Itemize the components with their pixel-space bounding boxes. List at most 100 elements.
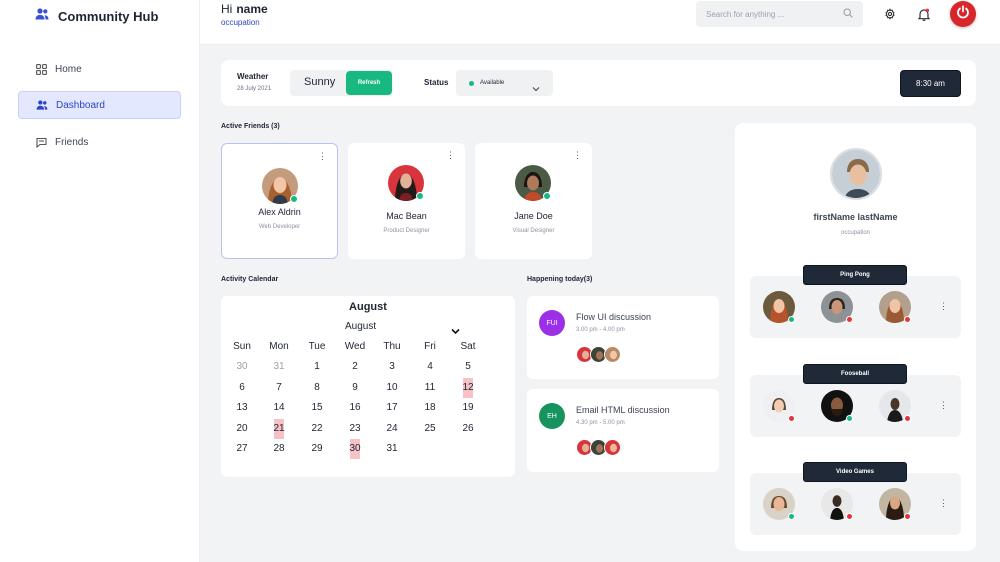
calendar-day[interactable]: 18 (418, 402, 442, 413)
user-occupation[interactable]: occupation (221, 18, 260, 27)
chevron-down-icon[interactable] (451, 322, 460, 340)
user-name: name (236, 2, 268, 16)
sidebar: Community Hub Home Dashboard Friends (0, 0, 200, 562)
calendar-day[interactable]: 1 (305, 361, 329, 372)
more-icon[interactable]: ⋮ (573, 151, 582, 160)
calendar-day[interactable]: 7 (267, 382, 291, 393)
calendar-day[interactable]: 8 (305, 382, 329, 393)
event-attendees (576, 346, 621, 363)
calendar-day[interactable]: 24 (380, 423, 404, 434)
status-dropdown[interactable]: Available (456, 70, 553, 96)
calendar-day[interactable]: 14 (267, 402, 291, 413)
online-indicator (846, 415, 853, 422)
calendar-day[interactable]: 31 (380, 443, 404, 454)
search-input[interactable] (706, 9, 843, 19)
time-display[interactable]: 8:30 am (900, 70, 961, 97)
calendar-day[interactable]: 30 (349, 439, 361, 459)
weekday-label: Sat (460, 341, 476, 352)
calendar-day[interactable]: 2 (343, 361, 367, 372)
friend-avatar (262, 168, 298, 204)
game-group[interactable]: Video Games ⋮ (750, 462, 961, 535)
more-icon[interactable]: ⋮ (939, 400, 948, 411)
profile-avatar[interactable] (830, 148, 882, 200)
brand[interactable]: Community Hub (35, 7, 158, 25)
gear-icon[interactable] (882, 6, 898, 22)
friend-role: Visual Designer (512, 228, 555, 234)
game-member (879, 291, 911, 323)
calendar-day[interactable]: 27 (230, 443, 254, 454)
refresh-button[interactable]: Refresh (346, 71, 392, 95)
activity-calendar: August August Sun Mon Tue Wed Thu Fri Sat 30 31 1… (221, 296, 515, 477)
friend-card[interactable]: ⋮ Alex Aldrin Web Developer (221, 143, 338, 259)
calendar-day[interactable]: 22 (305, 423, 329, 434)
happening-today-title: Happening today(3) (527, 276, 593, 283)
power-icon (956, 4, 970, 24)
calendar-day[interactable]: 17 (380, 402, 404, 413)
game-tag: Video Games (803, 462, 907, 482)
month-select[interactable]: August (345, 321, 376, 332)
calendar-day[interactable]: 26 (456, 423, 480, 434)
game-member (821, 488, 853, 520)
weather-bar: Weather 28 July 2021 Sunny Refresh Statu… (221, 60, 976, 106)
calendar-day[interactable]: 12 (462, 378, 474, 398)
sidebar-item-dashboard[interactable]: Dashboard (18, 91, 181, 119)
profile-occupation: occupation (840, 230, 871, 236)
calendar-day[interactable]: 20 (230, 423, 254, 434)
more-icon[interactable]: ⋮ (939, 301, 948, 312)
friend-card[interactable]: ⋮ Jane Doe Visual Designer (475, 143, 592, 259)
friend-card[interactable]: ⋮ Mac Bean Product Designer (348, 143, 465, 259)
busy-indicator (846, 513, 853, 520)
busy-indicator (788, 415, 795, 422)
game-group[interactable]: Fooseball ⋮ (750, 364, 961, 437)
event-time: 3.00 pm - 4.00 pm (576, 327, 625, 333)
weekday-label: Mon (269, 341, 289, 352)
calendar-day[interactable]: 6 (230, 382, 254, 393)
brand-name: Community Hub (58, 8, 159, 24)
bell-icon[interactable] (916, 6, 932, 22)
calendar-day[interactable]: 28 (267, 443, 291, 454)
more-icon[interactable]: ⋮ (939, 498, 948, 509)
weather-date: 28 July 2021 (237, 86, 272, 92)
calendar-day[interactable]: 3 (380, 361, 404, 372)
calendar-day[interactable]: 19 (456, 402, 480, 413)
calendar-day[interactable]: 23 (343, 423, 367, 434)
search-icon[interactable] (843, 5, 853, 23)
online-indicator (788, 316, 795, 323)
status-label: Status (424, 78, 449, 87)
power-button[interactable] (950, 1, 976, 27)
calendar-day[interactable]: 30 (230, 361, 254, 372)
sidebar-item-friends[interactable]: Friends (18, 128, 181, 156)
calendar-day[interactable]: 4 (418, 361, 442, 372)
calendar-day[interactable]: 31 (267, 361, 291, 372)
calendar-day[interactable]: 15 (305, 402, 329, 413)
sidebar-item-home[interactable]: Home (18, 55, 181, 83)
game-member (763, 488, 795, 520)
sidebar-item-label: Dashboard (56, 99, 105, 111)
event-title: Flow UI discussion (576, 312, 652, 322)
more-icon[interactable]: ⋮ (318, 152, 327, 161)
calendar-day[interactable]: 16 (343, 402, 367, 413)
game-member (821, 291, 853, 323)
chat-icon (35, 136, 47, 148)
online-indicator (290, 195, 298, 203)
event-title: Email HTML discussion (576, 405, 670, 415)
calendar-day[interactable]: 25 (418, 423, 442, 434)
event-card[interactable]: FUI Flow UI discussion 3.00 pm - 4.00 pm (527, 296, 719, 379)
friend-name: Mac Bean (386, 211, 427, 221)
calendar-day[interactable]: 11 (418, 382, 442, 393)
calendar-day[interactable]: 5 (456, 361, 480, 372)
calendar-title: August (349, 301, 387, 313)
calendar-day[interactable]: 29 (305, 443, 329, 454)
busy-indicator (904, 513, 911, 520)
game-member (763, 390, 795, 422)
calendar-day[interactable]: 9 (343, 382, 367, 393)
game-group[interactable]: Ping Pong ⋮ (750, 265, 961, 338)
weekday-label: Fri (424, 341, 436, 352)
busy-indicator (904, 316, 911, 323)
calendar-day[interactable]: 13 (230, 402, 254, 413)
calendar-day[interactable]: 10 (380, 382, 404, 393)
calendar-day[interactable]: 21 (273, 419, 285, 439)
more-icon[interactable]: ⋮ (446, 151, 455, 160)
event-card[interactable]: EH Email HTML discussion 4.30 pm - 5.00 … (527, 389, 719, 472)
search-box[interactable] (696, 1, 863, 27)
